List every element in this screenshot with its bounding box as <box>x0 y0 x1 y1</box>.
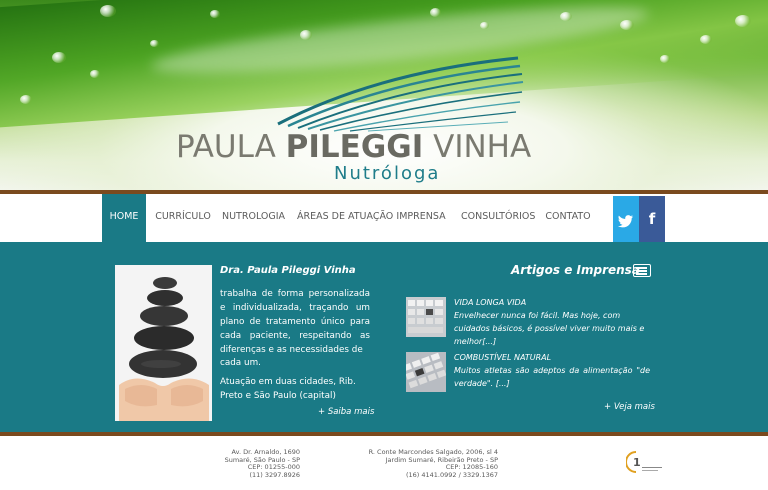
feather-logo-icon <box>277 56 524 132</box>
veja-mais-link[interactable]: + Veja mais <box>604 402 655 412</box>
logo-name-bold: PILEGGI <box>285 129 424 165</box>
address-line: (11) 3297.8926 <box>249 470 300 479</box>
nav-item-home[interactable]: HOME <box>102 194 146 242</box>
water-drop <box>560 12 572 21</box>
nav-item-areas-de-atuacao[interactable]: ÁREAS DE ATUAÇÃO <box>297 194 393 242</box>
saiba-mais-link[interactable]: + Saiba mais <box>318 407 374 417</box>
water-drop <box>700 35 712 44</box>
logo-name-part: VINHA <box>423 129 532 165</box>
article-headline[interactable]: VIDA LONGA VIDA <box>454 298 526 307</box>
article-headline[interactable]: COMBUSTÍVEL NATURAL <box>454 353 551 362</box>
nav-item-curriculo[interactable]: CURRÍCULO <box>154 194 212 242</box>
water-drop <box>735 15 751 27</box>
address-line: (16) 4141.0992 / 3329.1367 <box>405 470 498 479</box>
water-drop <box>480 22 489 29</box>
nav-item-imprensa[interactable]: IMPRENSA <box>395 194 447 242</box>
article-summary: Muitos atletas são adeptos da alimentaçã… <box>454 366 650 388</box>
water-drop <box>660 55 670 63</box>
facebook-icon: f <box>648 210 656 228</box>
header-banner: PAULA PILEGGI VINHA Nutróloga <box>0 0 768 190</box>
twitter-icon <box>618 215 634 228</box>
keyboard-image-icon <box>406 352 446 392</box>
water-drop <box>430 8 441 17</box>
nav-item-consultorios[interactable]: CONSULTÓRIOS <box>461 194 535 242</box>
facebook-button[interactable]: f <box>639 196 665 246</box>
articles-heading: Artigos e Imprensa <box>511 263 640 277</box>
water-drop <box>20 95 32 104</box>
water-drop <box>100 5 116 17</box>
water-drop <box>300 30 312 40</box>
nav-item-contato[interactable]: CONTATO <box>545 194 591 242</box>
logo-name-part: PAULA <box>176 129 286 165</box>
doctor-name-heading: Dra. Paula Pileggi Vinha <box>220 265 356 276</box>
water-drop <box>52 52 66 63</box>
about-paragraph-1-end: cada um. <box>220 358 261 368</box>
water-drop <box>150 40 159 47</box>
stacked-stones-image <box>115 265 212 421</box>
article-summary: Envelhecer nunca foi fácil. Mas hoje, co… <box>454 311 645 346</box>
footer-address-ribeirao-preto: R. Conte Marcondes Salgado, 2006, sl 4 J… <box>350 448 498 479</box>
site-logo[interactable]: PAULA PILEGGI VINHA <box>176 132 596 163</box>
svg-text:1: 1 <box>633 456 641 469</box>
nav-item-nutrologia[interactable]: NUTROLOGIA <box>222 194 285 242</box>
water-drop <box>90 70 100 78</box>
logo-subtitle: Nutróloga <box>334 163 441 184</box>
footer-address-sao-paulo: Av. Dr. Arnaldo, 1690 Sumaré, São Paulo … <box>200 448 300 479</box>
divider <box>0 432 768 436</box>
water-drop <box>620 20 634 30</box>
credit-logo-icon: 1 <box>625 451 662 473</box>
about-paragraph-1: trabalha de forma personalizada e indivi… <box>220 289 370 355</box>
article-thumbnail-keyboard-2[interactable] <box>406 352 446 392</box>
developer-logo[interactable]: 1 <box>625 450 666 474</box>
water-drop <box>210 10 220 18</box>
article-thumbnail-keyboard[interactable] <box>406 297 446 337</box>
newspaper-icon <box>633 264 651 277</box>
about-paragraph-2: Atuação em duas cidades, Rib. Preto e Sã… <box>220 377 356 401</box>
twitter-button[interactable] <box>613 196 639 246</box>
keyboard-image-icon <box>406 297 446 337</box>
stones-illustration <box>115 265 212 421</box>
